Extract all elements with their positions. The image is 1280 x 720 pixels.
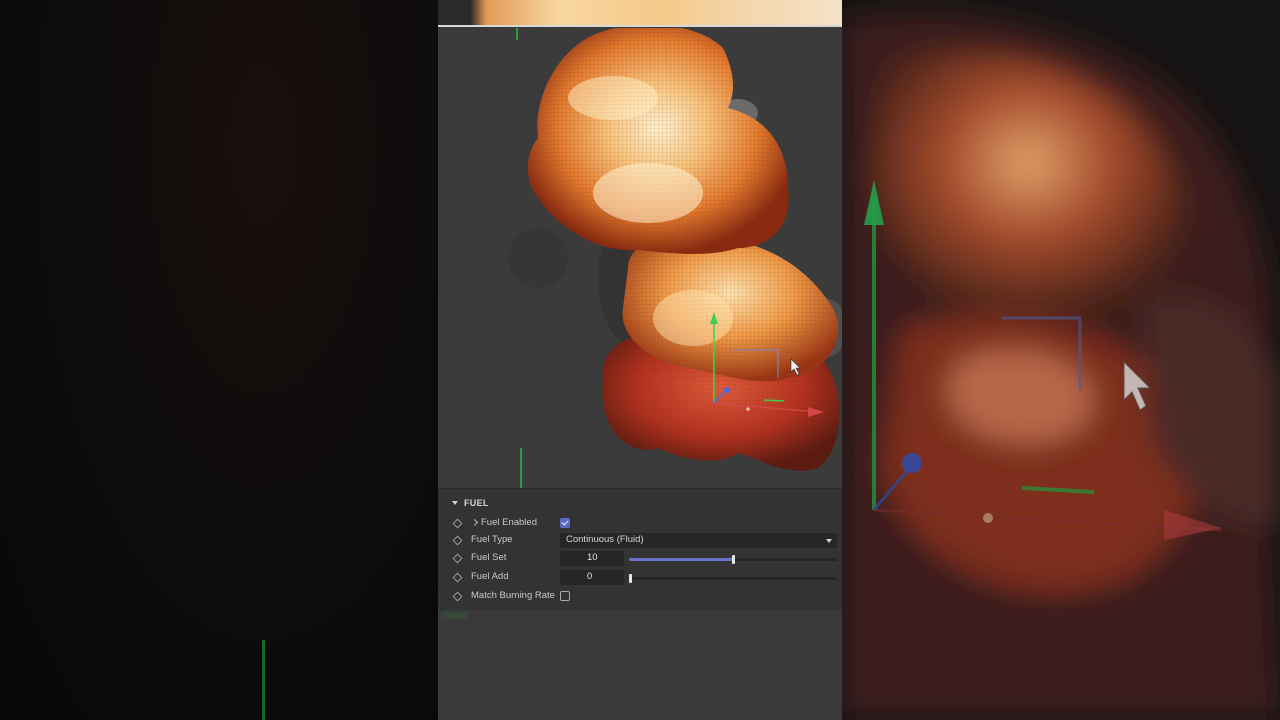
fuel-set-slider[interactable] [629, 555, 837, 564]
row-fuel-enabled: Fuel Enabled [438, 515, 842, 533]
fuel-set-slider-fill [629, 558, 733, 561]
fuel-section-header[interactable]: FUEL [452, 496, 489, 510]
center-panel: FUEL Fuel Enabled Fuel Type Continuous (… [438, 0, 842, 720]
row-fuel-add: Fuel Add 0 [438, 569, 842, 587]
fuel-type-value: Continuous (Fluid) [566, 534, 644, 545]
blurred-background-right [842, 0, 1280, 720]
row-fuel-set: Fuel Set 10 [438, 550, 842, 568]
keyframe-diamond-icon[interactable] [452, 518, 463, 529]
row-fuel-type: Fuel Type Continuous (Fluid) [438, 532, 842, 550]
fuel-set-label: Fuel Set [471, 552, 507, 563]
chevron-down-icon[interactable] [452, 501, 458, 505]
3d-viewport[interactable] [438, 28, 842, 488]
fuel-enabled-checkbox[interactable] [560, 518, 570, 528]
fuel-set-value: 10 [587, 552, 598, 563]
axis-line-blurred [262, 640, 265, 720]
fuel-add-value: 0 [587, 571, 593, 582]
blurred-background-left [0, 0, 438, 720]
attribute-editor: FUEL Fuel Enabled Fuel Type Continuous (… [438, 488, 842, 611]
fuel-enabled-label: Fuel Enabled [481, 517, 537, 528]
fuel-type-label: Fuel Type [471, 534, 513, 545]
empty-panel-area [438, 610, 842, 720]
match-burning-rate-checkbox[interactable] [560, 591, 570, 601]
section-title: FUEL [464, 498, 489, 508]
fuel-set-input[interactable]: 10 [560, 551, 624, 566]
timeline-marker [442, 614, 468, 617]
fuel-add-slider[interactable] [629, 574, 837, 583]
match-burning-rate-label: Match Burning Rate [471, 590, 555, 601]
keyframe-diamond-icon[interactable] [452, 535, 463, 546]
zoomed-explosion-render [842, 0, 1280, 720]
row-match-burning-rate: Match Burning Rate [438, 588, 842, 606]
fuel-type-dropdown[interactable]: Continuous (Fluid) [560, 533, 837, 548]
dropdown-arrow-icon [826, 539, 832, 543]
fuel-add-slider-handle[interactable] [629, 574, 632, 583]
render-preview-strip [438, 0, 842, 27]
fuel-set-slider-handle[interactable] [732, 555, 735, 564]
keyframe-diamond-icon[interactable] [452, 572, 463, 583]
keyframe-diamond-icon[interactable] [452, 591, 463, 602]
fuel-add-input[interactable]: 0 [560, 570, 624, 585]
explosion-simulation [508, 28, 842, 488]
expand-chevron-icon[interactable] [470, 518, 479, 527]
keyframe-diamond-icon[interactable] [452, 553, 463, 564]
fuel-add-label: Fuel Add [471, 571, 509, 582]
